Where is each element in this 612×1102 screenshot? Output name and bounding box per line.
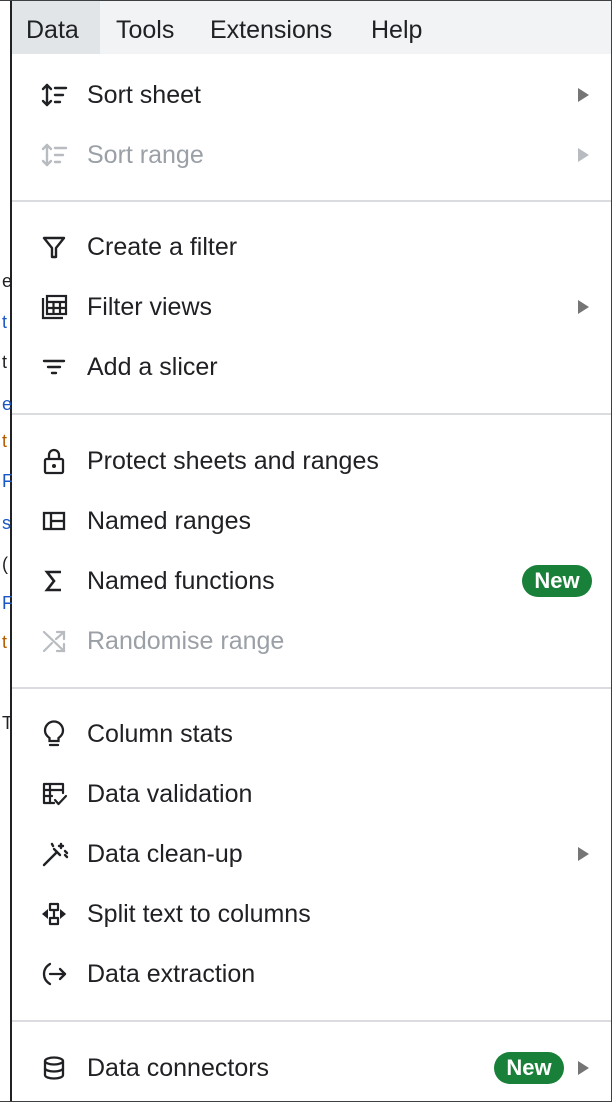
cell-text-fragment: t	[2, 352, 8, 372]
slicer-icon	[38, 349, 70, 385]
filter-icon	[38, 229, 70, 265]
menu-item-label: Named functions	[87, 567, 275, 595]
new-badge: New	[494, 1052, 564, 1084]
sort-icon	[38, 137, 70, 173]
menu-item-data-connectors[interactable]: Data connectors New	[12, 1039, 612, 1097]
menu-item-label: Randomise range	[87, 627, 285, 655]
database-icon	[38, 1050, 70, 1086]
sigma-icon	[38, 563, 70, 599]
data-menu-dropdown: Sort sheet Sort range Create a filter Fi…	[12, 54, 612, 1102]
sort-icon	[38, 77, 70, 113]
menu-item-sort-range: Sort range	[12, 126, 612, 184]
menu-item-sort-sheet[interactable]: Sort sheet	[12, 66, 612, 124]
shuffle-icon	[38, 623, 70, 659]
menu-item-label: Add a slicer	[87, 353, 218, 381]
menu-bar: Data Tools Extensions Help	[12, 0, 612, 54]
menu-item-protect-sheets[interactable]: Protect sheets and ranges	[12, 432, 612, 490]
menu-item-label: Filter views	[87, 293, 213, 321]
submenu-arrow-icon	[578, 300, 589, 314]
menu-separator	[12, 413, 612, 415]
menu-separator	[12, 200, 612, 202]
menubar-data[interactable]: Data	[12, 0, 100, 54]
menu-item-label: Named ranges	[87, 507, 251, 535]
menu-item-randomise-range: Randomise range	[12, 612, 612, 670]
cell-text-fragment: t	[2, 431, 8, 451]
cell-text-fragment: e	[2, 271, 13, 291]
menu-item-data-cleanup[interactable]: Data clean-up	[12, 825, 612, 883]
menu-item-label: Data extraction	[87, 960, 256, 988]
menu-item-named-functions[interactable]: Named functions New	[12, 552, 612, 610]
menu-item-label: Split text to columns	[87, 900, 311, 928]
lightbulb-icon	[38, 716, 70, 752]
menu-item-split-text[interactable]: Split text to columns	[12, 885, 612, 943]
menubar-help[interactable]: Help	[357, 0, 436, 54]
menu-item-add-slicer[interactable]: Add a slicer	[12, 338, 612, 396]
menu-item-label: Create a filter	[87, 233, 238, 261]
sheet-background-strip: e t t e t F s ( F t T	[0, 0, 13, 1102]
menu-item-data-validation[interactable]: Data validation	[12, 765, 612, 823]
data-validation-icon	[38, 776, 70, 812]
menu-item-label: Protect sheets and ranges	[87, 447, 379, 475]
menu-separator	[12, 687, 612, 689]
menu-item-named-ranges[interactable]: Named ranges	[12, 492, 612, 550]
cell-text-fragment: (	[2, 554, 8, 574]
menu-item-create-filter[interactable]: Create a filter	[12, 218, 612, 276]
menu-item-column-stats[interactable]: Column stats	[12, 705, 612, 763]
submenu-arrow-icon	[578, 1061, 589, 1075]
menu-item-label: Column stats	[87, 720, 233, 748]
cell-text-fragment: s	[2, 513, 11, 533]
menubar-extensions[interactable]: Extensions	[196, 0, 346, 54]
cell-text-fragment: e	[2, 394, 13, 414]
split-columns-icon	[38, 896, 70, 932]
menu-item-label: Data connectors	[87, 1054, 270, 1082]
menu-item-label: Data clean-up	[87, 840, 243, 868]
menu-item-filter-views[interactable]: Filter views	[12, 278, 612, 336]
submenu-arrow-icon	[578, 847, 589, 861]
new-badge: New	[522, 565, 592, 597]
menu-item-label: Sort sheet	[87, 81, 201, 109]
submenu-arrow-icon	[578, 88, 589, 102]
named-ranges-icon	[38, 503, 70, 539]
menubar-tools[interactable]: Tools	[102, 0, 188, 54]
filter-views-icon	[38, 289, 70, 325]
lock-icon	[38, 443, 70, 479]
cell-text-fragment: t	[2, 632, 8, 652]
submenu-arrow-icon	[578, 148, 589, 162]
menu-item-label: Sort range	[87, 141, 204, 169]
data-extraction-icon	[38, 956, 70, 992]
cell-text-fragment: t	[2, 312, 8, 332]
magic-wand-icon	[38, 836, 70, 872]
menu-item-label: Data validation	[87, 780, 253, 808]
menu-separator	[12, 1020, 612, 1022]
menu-item-data-extraction[interactable]: Data extraction	[12, 945, 612, 1003]
